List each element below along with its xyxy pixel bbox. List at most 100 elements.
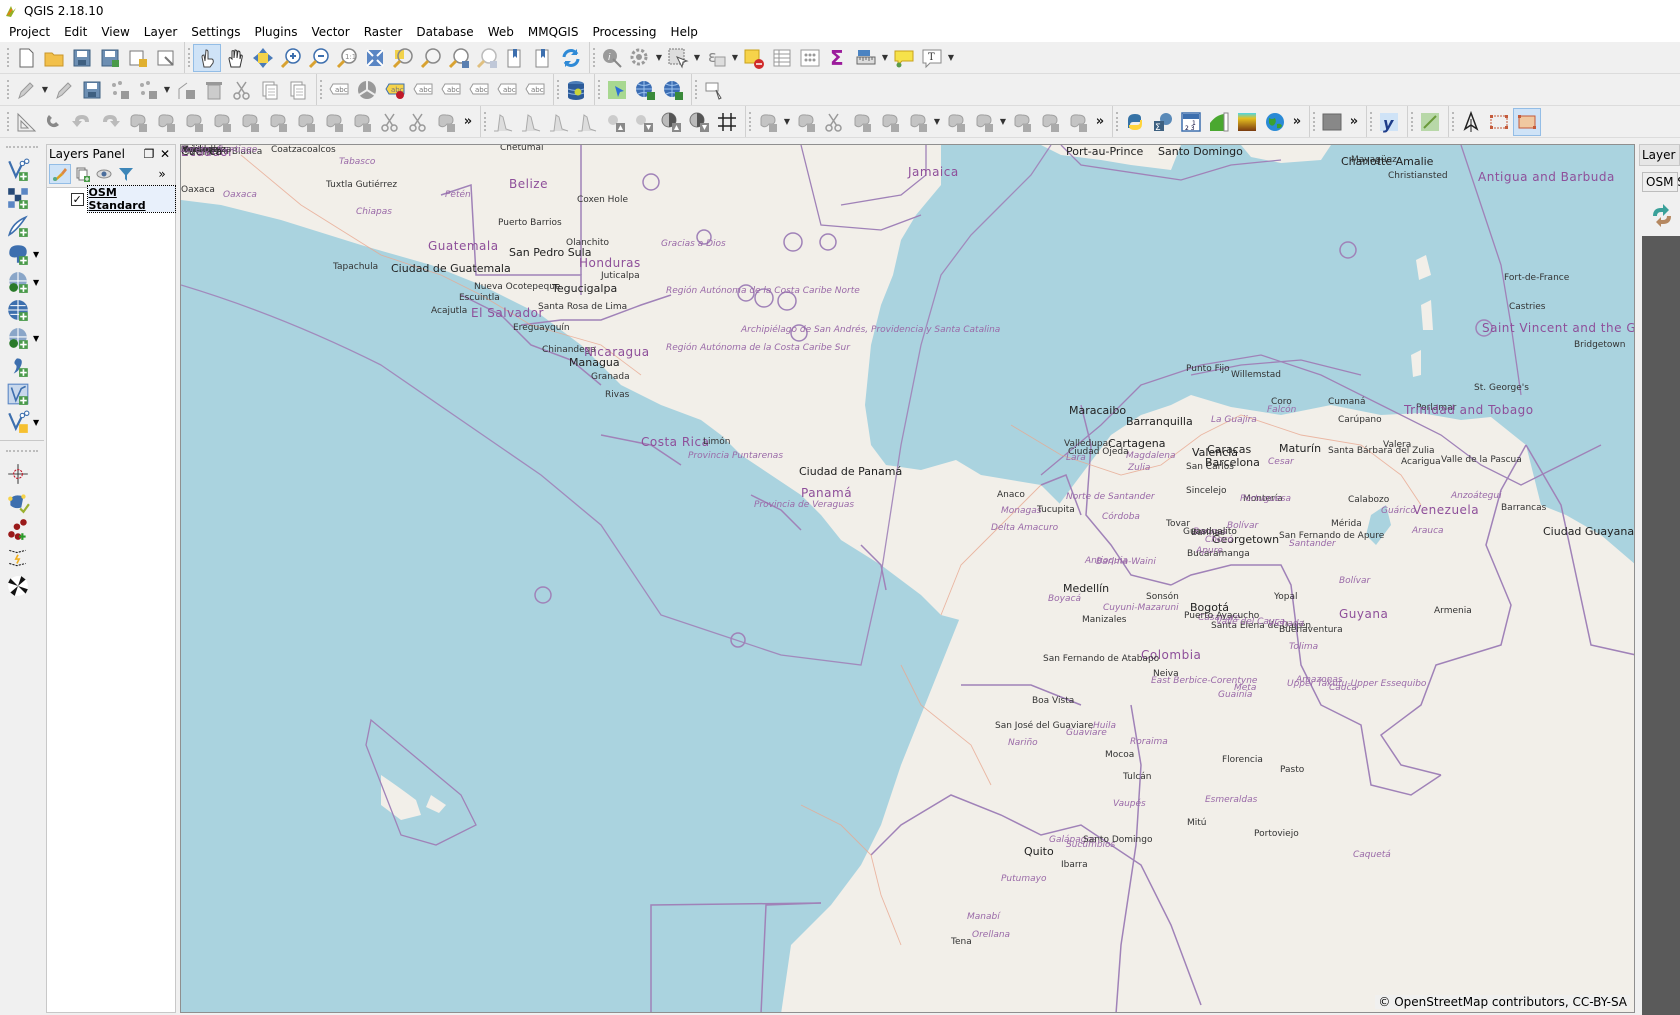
offset-curve-button[interactable] (348, 108, 376, 136)
toolbar-grip[interactable] (6, 146, 38, 152)
map-tips-button[interactable] (890, 44, 918, 72)
north-arrow-button[interactable] (1457, 108, 1485, 136)
menu-plugins[interactable]: Plugins (247, 25, 304, 39)
chevron-down-icon[interactable]: ▼ (40, 76, 50, 104)
show-statistical-summary-button[interactable]: Σ (824, 44, 852, 72)
save-project-as-button[interactable] (96, 44, 124, 72)
topology-checker-button[interactable] (0, 516, 44, 544)
add-part-button[interactable] (208, 108, 236, 136)
more-tools-button[interactable]: » (151, 164, 173, 184)
save-project-button[interactable] (68, 44, 96, 72)
rectangle-extent-button[interactable] (1513, 107, 1541, 136)
menu-processing[interactable]: Processing (585, 25, 663, 39)
add-feature-button[interactable] (106, 76, 134, 104)
chevron-down-icon[interactable]: ▼ (782, 108, 792, 136)
snapping-tool-button[interactable] (0, 544, 44, 572)
pin-unpin-labels-button[interactable]: abc (409, 76, 437, 104)
new-bookmark-button[interactable] (501, 44, 529, 72)
filter-legend-icon[interactable] (115, 164, 137, 184)
merge-button[interactable] (970, 108, 998, 136)
chevron-down-icon[interactable]: ▼ (730, 44, 740, 72)
coordinate-capture-button[interactable] (0, 460, 44, 488)
menu-web[interactable]: Web (481, 25, 521, 39)
zoom-full-button[interactable] (361, 44, 389, 72)
fill-ring-button[interactable] (236, 108, 264, 136)
new-print-composer-button[interactable] (124, 44, 152, 72)
db-manager-button[interactable] (562, 76, 590, 104)
toolbar-overflow-button[interactable]: » (1346, 114, 1362, 129)
select-features-button[interactable] (664, 44, 692, 72)
move-button[interactable] (1064, 108, 1092, 136)
change-label-button[interactable]: abc (521, 76, 549, 104)
move-feature-button[interactable] (134, 76, 162, 104)
touch-zoom-pan-button[interactable] (193, 43, 221, 72)
zoom-to-layer-button[interactable] (417, 44, 445, 72)
add-wfs-layer-button[interactable]: ▼ (0, 324, 44, 352)
add-wms-layer-button[interactable]: ▼ (0, 268, 44, 296)
highlight-pinned-labels-button[interactable]: abc (381, 76, 409, 104)
redo-button[interactable] (96, 108, 124, 136)
split-parts-button[interactable] (404, 108, 432, 136)
zoom-next-button[interactable] (473, 44, 501, 72)
undo-button[interactable] (68, 108, 96, 136)
toolbar-grip[interactable] (6, 450, 38, 456)
increase-brightness-button[interactable] (601, 108, 629, 136)
rotate-button[interactable] (1036, 108, 1064, 136)
decrease-contrast-button[interactable] (685, 108, 713, 136)
openlayers-select-button[interactable] (603, 76, 631, 104)
chevron-down-icon[interactable]: ▼ (692, 44, 702, 72)
menu-edit[interactable]: Edit (57, 25, 94, 39)
add-spatialite-layer-button[interactable] (0, 212, 44, 240)
globe-button[interactable] (1261, 108, 1289, 136)
select-annotation-button[interactable] (700, 76, 728, 104)
menu-raster[interactable]: Raster (357, 25, 410, 39)
manage-visibility-icon[interactable] (93, 164, 115, 184)
local-cumulative-stretch-button[interactable] (573, 108, 601, 136)
refresh-button[interactable] (557, 44, 585, 72)
delete-selected-button[interactable] (200, 76, 228, 104)
histogram-stretch-button[interactable] (489, 108, 517, 136)
composer-manager-button[interactable] (152, 44, 180, 72)
chevron-down-icon[interactable]: ▼ (33, 250, 39, 259)
run-feature-action-button[interactable] (626, 44, 654, 72)
show-hide-labels-button[interactable]: abc (437, 76, 465, 104)
menu-layer[interactable]: Layer (137, 25, 184, 39)
openlayers-plugin-button[interactable] (631, 76, 659, 104)
chevron-down-icon[interactable]: ▼ (946, 44, 956, 72)
add-vector-layer-button[interactable] (0, 156, 44, 184)
raster-calculator-button[interactable] (1318, 108, 1346, 136)
rotate-label-button[interactable]: abc (493, 76, 521, 104)
chevron-down-icon[interactable]: ▼ (654, 44, 664, 72)
zoom-native-resolution-button[interactable]: 1:1 (333, 44, 361, 72)
layer-select-combo[interactable]: OSM Standard (1642, 172, 1680, 192)
menu-help[interactable]: Help (664, 25, 705, 39)
statistics-button[interactable]: Σ (1149, 108, 1177, 136)
chevron-down-icon[interactable]: ▼ (33, 334, 39, 343)
toolbar-overflow-button[interactable]: » (1289, 114, 1305, 129)
python-console-button[interactable] (1121, 108, 1149, 136)
fill-ring-icon-2-button[interactable] (876, 108, 904, 136)
georeferencer-button[interactable] (0, 488, 44, 516)
reshape-button[interactable] (848, 108, 876, 136)
layer-name[interactable]: OSM Standard (86, 185, 177, 213)
vertex-tool-button[interactable] (904, 108, 932, 136)
dem-terrain-button[interactable] (1233, 108, 1261, 136)
chevron-down-icon[interactable]: ▼ (33, 418, 39, 427)
merge-selected-features-button[interactable] (432, 108, 460, 136)
pan-map-button[interactable] (221, 44, 249, 72)
snapping-button[interactable] (40, 108, 68, 136)
buffer-button[interactable] (1008, 108, 1036, 136)
copy-features-button[interactable] (256, 76, 284, 104)
profile-tool-button[interactable] (1205, 108, 1233, 136)
identify-features-button[interactable]: i (598, 44, 626, 72)
toolbar-overflow-button[interactable]: » (1092, 114, 1108, 129)
split-shapes-button[interactable] (820, 108, 848, 136)
paste-features-button[interactable] (284, 76, 312, 104)
toggle-editing-button[interactable] (50, 76, 78, 104)
rotate-feature-button[interactable] (124, 108, 152, 136)
pan-to-selection-button[interactable] (249, 44, 277, 72)
add-group-icon[interactable] (71, 164, 93, 184)
mmqgis-grid-button[interactable]: 12 3 (1177, 108, 1205, 136)
add-delimited-text-layer-button[interactable] (0, 352, 44, 380)
cut-features-button[interactable] (228, 76, 256, 104)
